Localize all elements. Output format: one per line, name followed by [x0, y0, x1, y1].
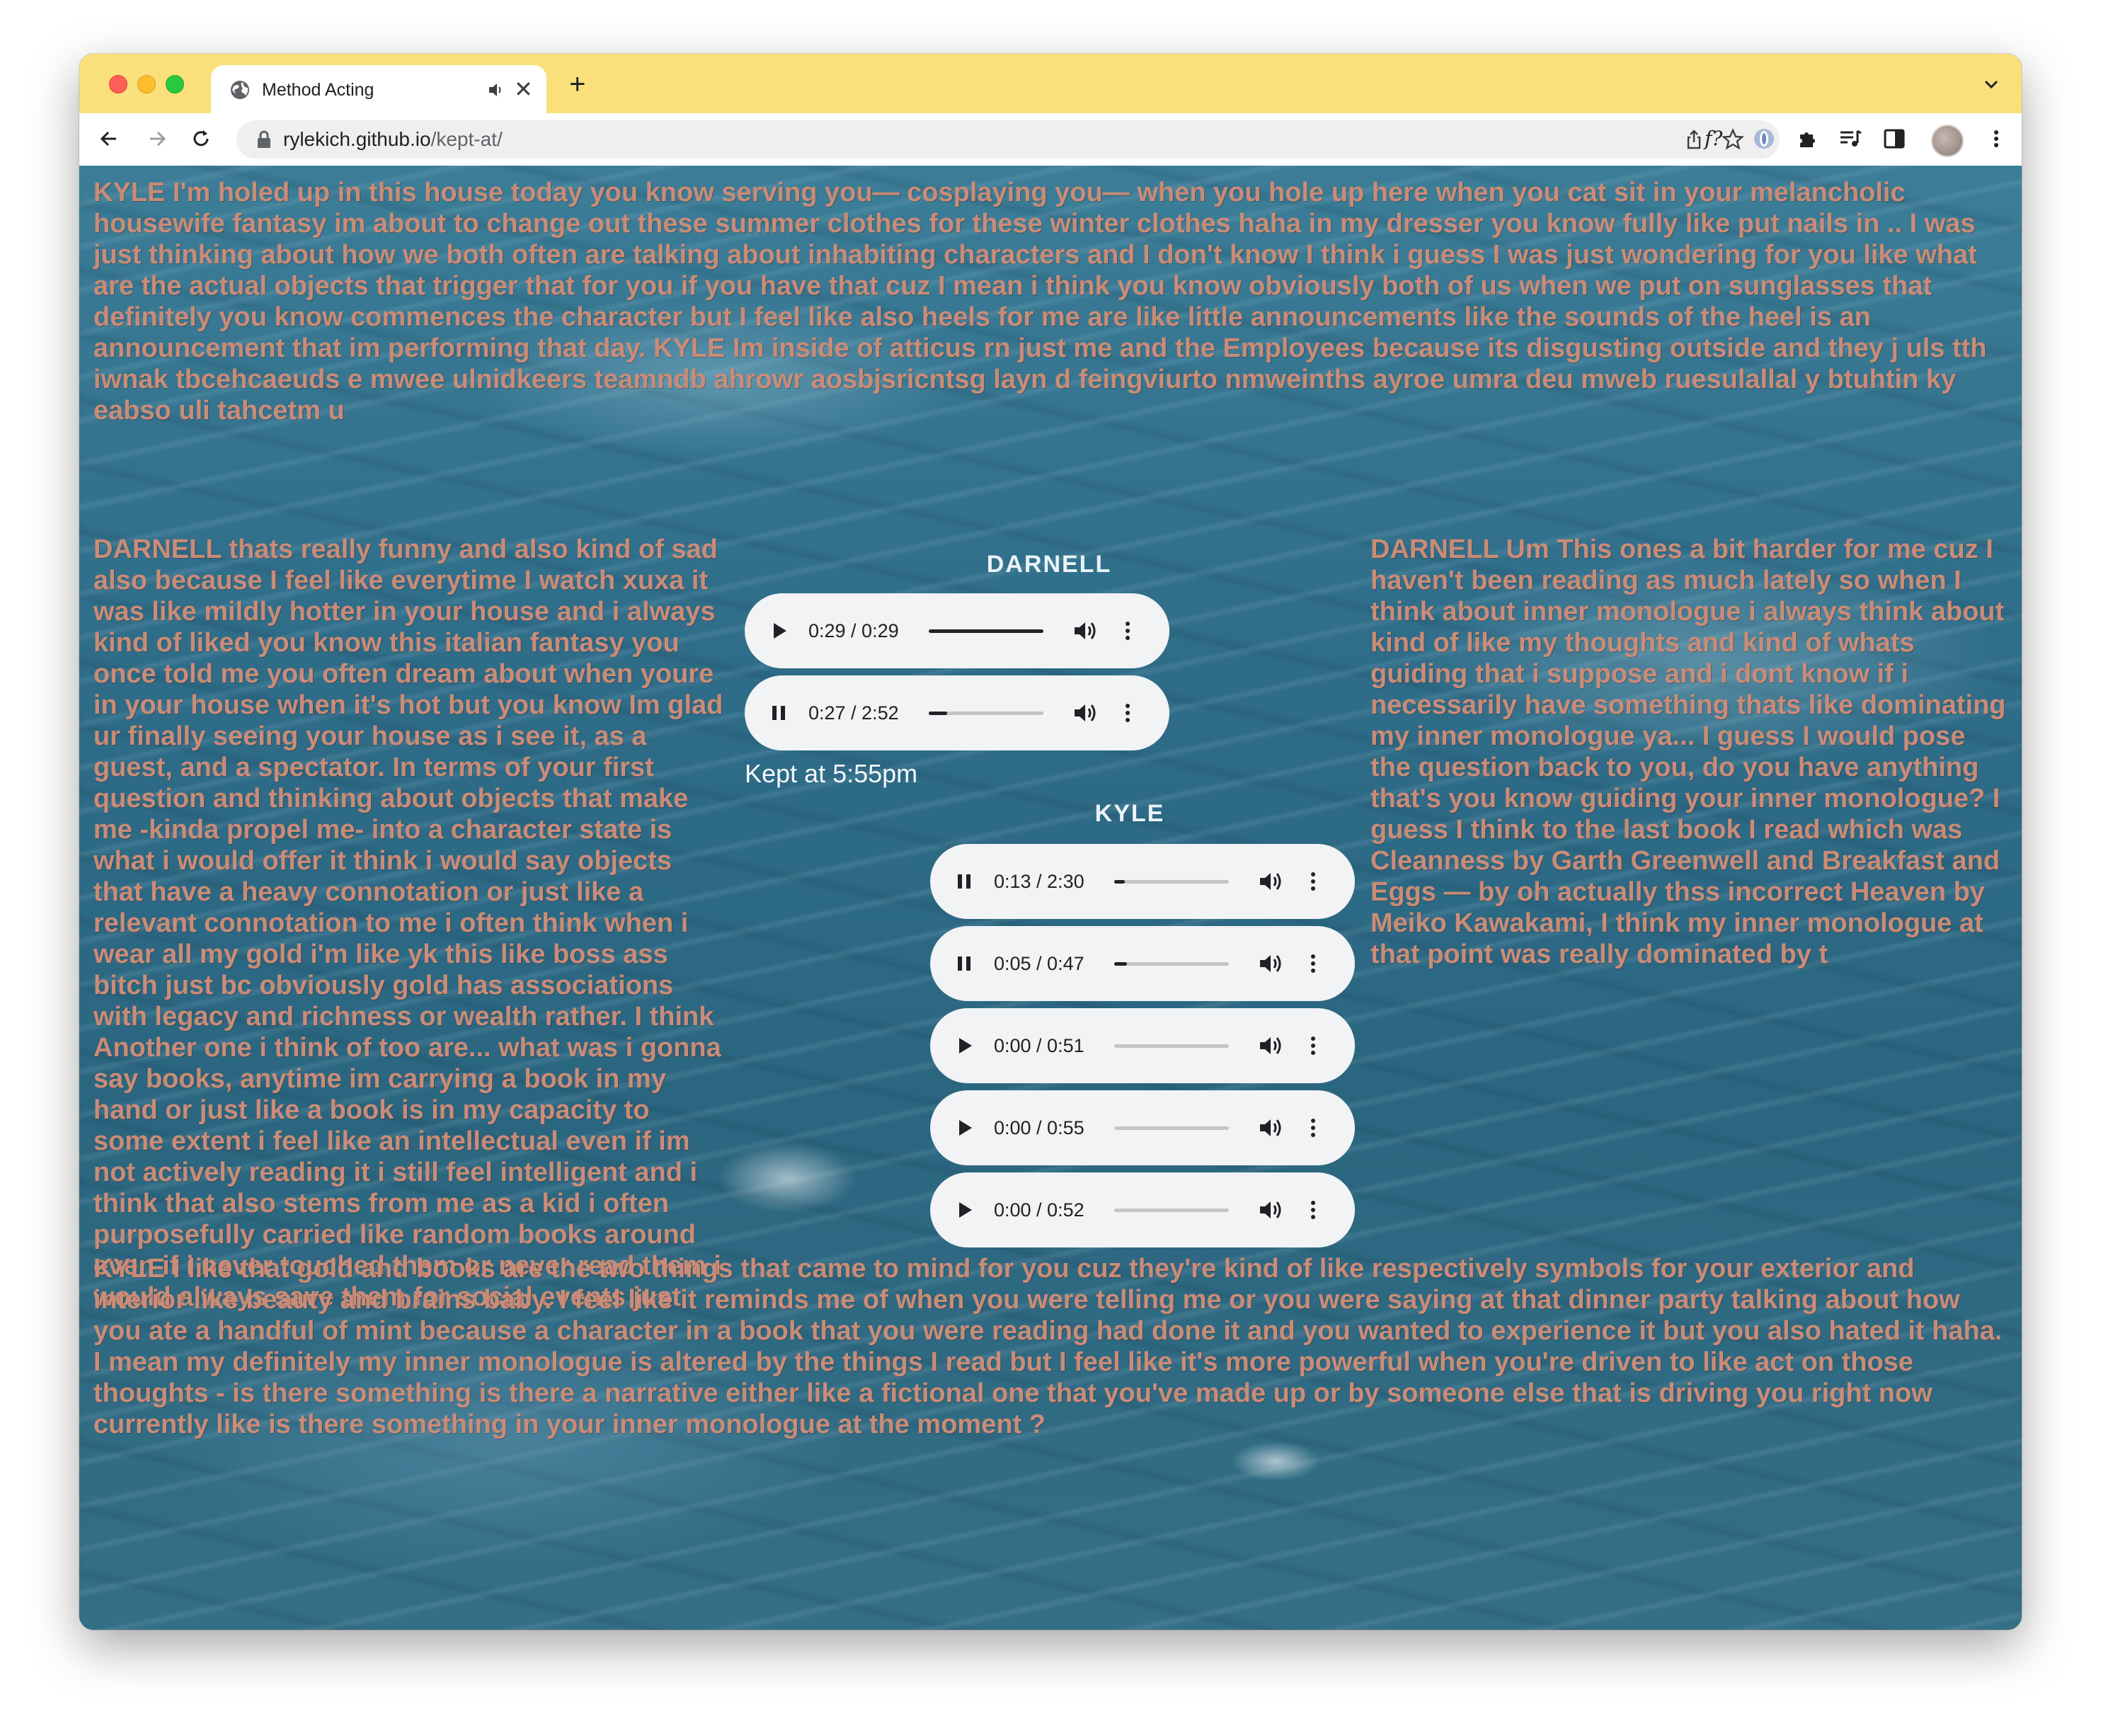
url-text[interactable]: rylekich.github.io/kept-at/ [283, 129, 503, 150]
audio-progress-fill [1114, 962, 1127, 966]
more-vertical-icon[interactable] [1308, 869, 1318, 894]
pause-icon[interactable] [765, 699, 793, 727]
audio-progress-fill [929, 629, 1043, 633]
play-icon[interactable] [950, 1114, 978, 1142]
more-vertical-icon[interactable] [1123, 618, 1133, 644]
play-icon[interactable] [950, 1032, 978, 1060]
lock-icon[interactable] [256, 130, 272, 149]
pause-icon[interactable] [950, 949, 978, 978]
audio-seek-slider[interactable] [1114, 1044, 1229, 1048]
audio-seek-slider[interactable] [1114, 880, 1229, 884]
tab-title: Method Acting [262, 80, 374, 100]
play-icon[interactable] [765, 617, 793, 645]
page-content: KYLE I'm holed up in this house today yo… [79, 166, 2022, 1630]
reload-icon[interactable] [188, 126, 214, 152]
kyle-label: KYLE [1094, 800, 1165, 827]
audio-seek-slider[interactable] [1114, 1209, 1229, 1212]
tab-method-acting[interactable]: Method Acting ✕ [211, 65, 546, 113]
audio-progress-fill [1114, 880, 1125, 884]
share-icon[interactable] [1683, 129, 1705, 150]
chevron-down-icon[interactable] [1982, 75, 2000, 93]
audio-time: 0:13 / 2:30 [994, 871, 1084, 892]
address-bar[interactable]: rylekich.github.io/kept-at/ [236, 120, 1780, 159]
audio-time: 0:05 / 0:47 [994, 953, 1084, 974]
profile-avatar[interactable] [1931, 125, 1964, 157]
globe-icon [231, 81, 249, 99]
more-vertical-icon[interactable] [1983, 126, 2009, 152]
side-panel-icon[interactable] [1882, 126, 1907, 152]
kyle-audio-player-2[interactable]: 0:05 / 0:47 [930, 926, 1355, 1001]
audio-seek-slider[interactable] [1114, 962, 1229, 966]
pause-icon[interactable] [950, 867, 978, 896]
speaker-icon[interactable] [487, 81, 505, 99]
volume-icon[interactable] [1257, 1033, 1284, 1058]
forward-arrow-icon[interactable] [144, 126, 170, 152]
volume-icon[interactable] [1072, 700, 1099, 726]
minimize-window-button[interactable] [137, 75, 156, 93]
more-vertical-icon[interactable] [1308, 951, 1318, 976]
tab-strip: Method Acting ✕ + [79, 54, 2022, 113]
browser-window: Method Acting ✕ + rylekich.github.io/kep… [79, 54, 2022, 1630]
more-vertical-icon[interactable] [1308, 1115, 1318, 1141]
media-controls-icon[interactable] [1838, 126, 1863, 152]
more-vertical-icon[interactable] [1123, 700, 1133, 726]
browser-toolbar: rylekich.github.io/kept-at/ f? [79, 113, 2022, 166]
more-vertical-icon[interactable] [1308, 1197, 1318, 1223]
maximize-window-button[interactable] [166, 75, 184, 93]
volume-icon[interactable] [1072, 618, 1099, 644]
back-arrow-icon[interactable] [96, 126, 122, 152]
kyle-audio-player-3[interactable]: 0:00 / 0:51 [930, 1008, 1355, 1083]
darnell-left-text: DARNELL thats really funny and also kind… [93, 535, 723, 1312]
volume-icon[interactable] [1257, 1115, 1284, 1141]
formula-extension-icon[interactable]: f? [1705, 126, 1730, 152]
audio-time: 0:27 / 2:52 [808, 702, 899, 724]
darnell-label: DARNELL [986, 551, 1112, 578]
darnell-audio-player-2[interactable]: 0:27 / 2:52 [745, 675, 1169, 750]
darnell-audio-player-1[interactable]: 0:29 / 0:29 [745, 593, 1169, 668]
darnell-right-text: DARNELL Um This ones a bit harder for me… [1370, 535, 2006, 969]
volume-icon[interactable] [1257, 1197, 1284, 1223]
play-icon[interactable] [950, 1196, 978, 1224]
close-window-button[interactable] [109, 75, 127, 93]
url-path: /kept-at/ [430, 128, 503, 150]
kyle-intro-text: KYLE I'm holed up in this house today yo… [93, 178, 1987, 426]
kyle-audio-player-1[interactable]: 0:13 / 2:30 [930, 844, 1355, 919]
new-tab-button[interactable]: + [569, 70, 585, 98]
puzzle-extensions-icon[interactable] [1795, 126, 1821, 152]
opera-extension-icon[interactable] [1751, 126, 1777, 152]
audio-time: 0:00 / 0:51 [994, 1035, 1084, 1056]
close-tab-icon[interactable]: ✕ [514, 78, 533, 101]
more-vertical-icon[interactable] [1308, 1033, 1318, 1058]
audio-time: 0:29 / 0:29 [808, 620, 899, 641]
kyle-bottom-text: KYLE I like that gold and books are the … [93, 1254, 2003, 1439]
volume-icon[interactable] [1257, 869, 1284, 894]
audio-seek-slider[interactable] [1114, 1126, 1229, 1130]
audio-seek-slider[interactable] [929, 712, 1043, 715]
audio-seek-slider[interactable] [929, 629, 1043, 633]
audio-time: 0:00 / 0:52 [994, 1199, 1084, 1221]
audio-time: 0:00 / 0:55 [994, 1117, 1084, 1138]
kept-at-timestamp: Kept at 5:55pm [745, 759, 918, 788]
url-host: rylekich.github.io [283, 128, 431, 150]
kyle-audio-player-5[interactable]: 0:00 / 0:52 [930, 1172, 1355, 1247]
kyle-audio-player-4[interactable]: 0:00 / 0:55 [930, 1090, 1355, 1165]
volume-icon[interactable] [1257, 951, 1284, 976]
audio-progress-fill [929, 712, 947, 715]
